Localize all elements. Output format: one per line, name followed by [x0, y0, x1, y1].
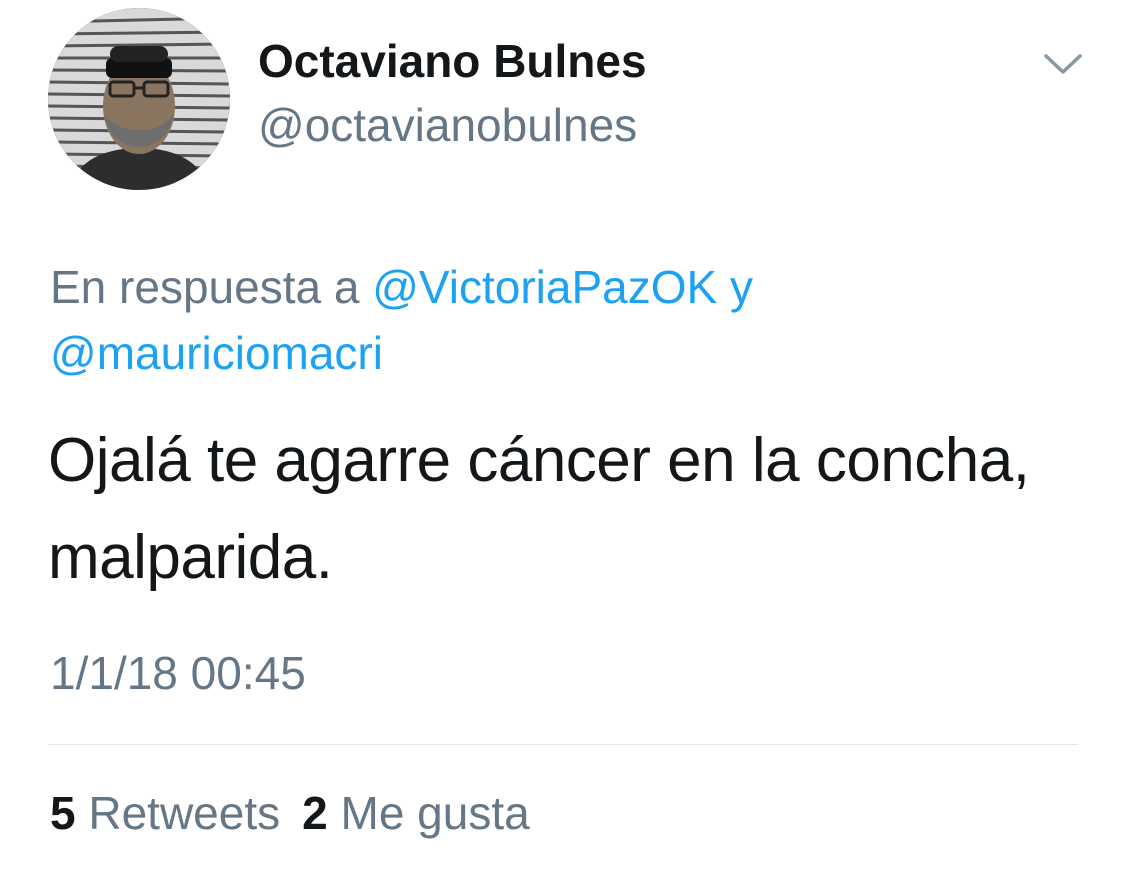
divider: [48, 744, 1078, 745]
likes-count: 2: [302, 787, 328, 839]
retweets-stat[interactable]: 5 Retweets: [50, 787, 280, 839]
reply-mention-mauriciomacri[interactable]: @mauriciomacri: [50, 327, 383, 379]
tweet-stats: 5 Retweets 2 Me gusta: [50, 786, 530, 840]
avatar[interactable]: [48, 8, 230, 190]
avatar-image: [48, 8, 230, 190]
tweet-timestamp[interactable]: 1/1/18 00:45: [50, 646, 306, 700]
retweets-count: 5: [50, 787, 76, 839]
menu-caret-button[interactable]: [1040, 46, 1086, 80]
tweet-text: Ojalá te agarre cáncer en la concha, mal…: [48, 426, 1030, 592]
reply-prefix: En respuesta a: [50, 261, 360, 313]
reply-mention-victoriapazok[interactable]: @VictoriaPazOK: [372, 261, 717, 313]
reply-joiner: y: [729, 261, 753, 313]
likes-label: Me gusta: [340, 787, 530, 839]
chevron-down-icon: [1044, 54, 1082, 74]
likes-stat[interactable]: 2 Me gusta: [302, 787, 530, 839]
retweets-label: Retweets: [88, 787, 281, 839]
author-display-name[interactable]: Octaviano Bulnes: [258, 36, 647, 87]
reply-context: En respuesta a @VictoriaPazOK y @maurici…: [50, 254, 1080, 386]
author-handle[interactable]: @octavianobulnes: [258, 100, 637, 151]
